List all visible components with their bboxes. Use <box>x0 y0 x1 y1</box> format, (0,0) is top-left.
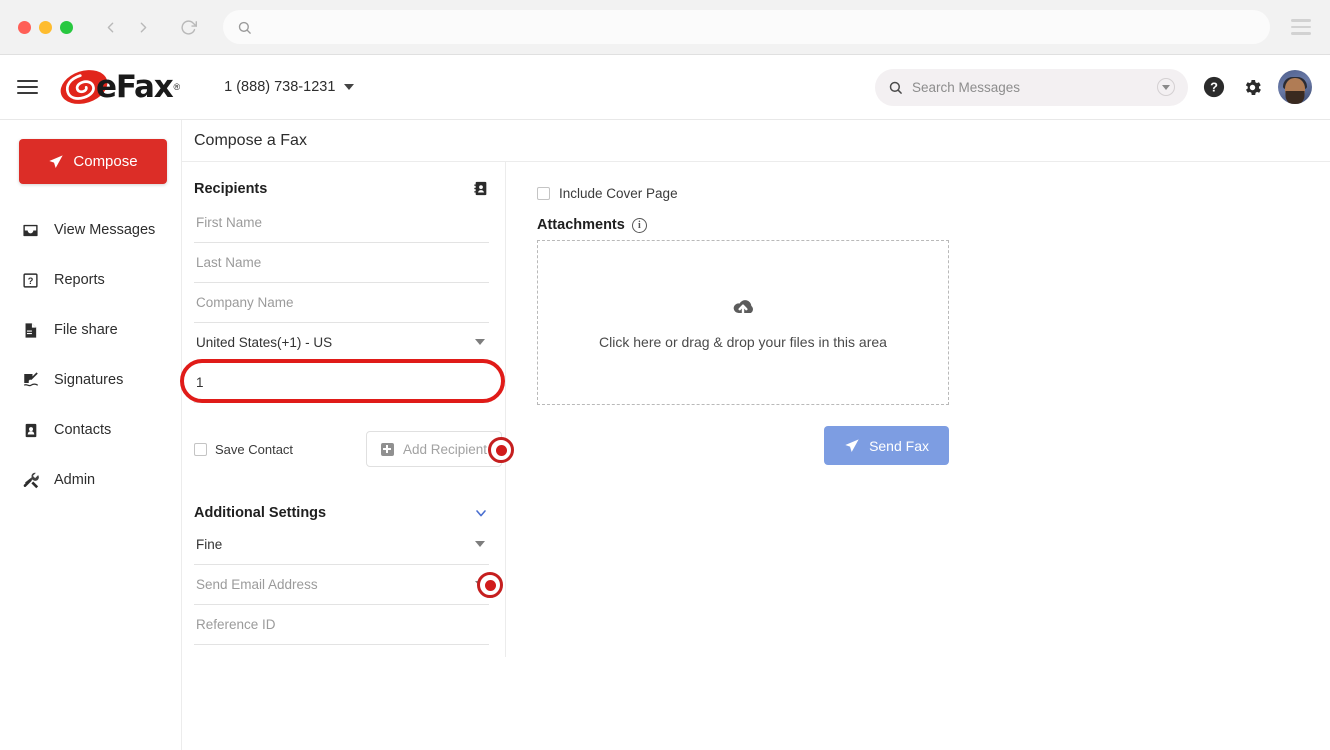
main-content: Compose a Fax Recipients <box>182 120 1330 750</box>
browser-address-bar[interactable] <box>223 10 1270 44</box>
send-fax-label: Send Fax <box>869 438 929 454</box>
minimize-window-button[interactable] <box>39 21 52 34</box>
info-circle-icon[interactable]: i <box>632 218 647 233</box>
send-email-address-input[interactable] <box>194 565 489 605</box>
checkbox-box[interactable] <box>194 443 207 456</box>
resolution-select[interactable] <box>194 525 489 565</box>
dropzone-label: Click here or drag & drop your files in … <box>599 334 887 350</box>
search-filter-caret-down-icon[interactable] <box>1157 78 1175 96</box>
save-contact-label: Save Contact <box>215 442 293 457</box>
fax-number-field[interactable] <box>194 363 489 403</box>
add-recipient-label: Add Recipient <box>403 442 487 457</box>
additional-settings-title: Additional Settings <box>194 505 326 521</box>
sidebar-item-contacts[interactable]: Contacts <box>0 405 181 455</box>
checkbox-box[interactable] <box>537 187 550 200</box>
paper-plane-icon <box>844 438 860 454</box>
sidebar-item-label: Reports <box>54 272 105 288</box>
resolution-value[interactable] <box>194 525 489 565</box>
file-dropzone[interactable]: Click here or drag & drop your files in … <box>537 240 949 405</box>
first-name-field[interactable] <box>194 203 489 243</box>
sidebar-nav-list: View Messages ? Reports File share Signa… <box>0 205 181 505</box>
search-icon <box>237 20 252 35</box>
last-name-field[interactable] <box>194 243 489 283</box>
send-email-address-target-marker <box>477 572 503 598</box>
save-contact-checkbox[interactable]: Save Contact <box>194 442 293 457</box>
sidebar-item-file-share[interactable]: File share <box>0 305 181 355</box>
first-name-input[interactable] <box>194 203 489 243</box>
caret-down-icon <box>344 84 354 90</box>
country-code-select[interactable] <box>194 323 489 363</box>
account-phone-number-selector[interactable]: 1 (888) 738-1231 <box>224 79 354 95</box>
search-icon <box>888 80 903 95</box>
send-fax-button[interactable]: Send Fax <box>824 426 949 465</box>
user-avatar[interactable] <box>1278 70 1312 104</box>
svg-text:?: ? <box>1210 80 1218 95</box>
company-name-field[interactable] <box>194 283 489 323</box>
reference-id-input[interactable] <box>194 605 489 645</box>
fax-number-input[interactable] <box>194 363 489 403</box>
sidebar-item-label: Signatures <box>54 372 123 388</box>
add-recipient-button[interactable]: Add Recipient <box>366 431 502 467</box>
contact-card-icon <box>21 421 40 440</box>
registered-mark: ® <box>174 82 181 92</box>
sidebar-item-admin[interactable]: Admin <box>0 455 181 505</box>
app-header: eFax ® 1 (888) 738-1231 ? <box>0 55 1330 120</box>
report-question-icon: ? <box>21 271 40 290</box>
recipients-pane: Recipients <box>182 162 506 657</box>
url-input[interactable] <box>262 20 1256 35</box>
tools-wrench-icon <box>21 471 40 490</box>
search-input[interactable] <box>912 80 1157 95</box>
file-share-icon <box>21 321 40 340</box>
inbox-icon <box>21 221 40 240</box>
reference-id-field[interactable] <box>194 605 489 645</box>
add-recipient-target-marker <box>488 437 514 463</box>
sidebar-item-label: View Messages <box>54 222 155 238</box>
forward-button[interactable] <box>130 14 156 40</box>
fax-number-field-wrapper <box>194 363 489 403</box>
chevron-down-icon[interactable] <box>473 505 489 521</box>
hamburger-menu-icon[interactable] <box>1284 10 1318 44</box>
phone-number-label: 1 (888) 738-1231 <box>224 79 335 95</box>
page-title: Compose a Fax <box>182 120 1330 162</box>
sidebar-item-label: Contacts <box>54 422 111 438</box>
recipients-section-title: Recipients <box>194 181 267 197</box>
country-code-value[interactable] <box>194 323 489 363</box>
cloud-upload-icon <box>728 295 758 319</box>
efax-logo[interactable]: eFax ® <box>58 67 180 107</box>
compose-button[interactable]: Compose <box>19 139 167 184</box>
sidebar: Compose View Messages ? Reports File sha… <box>0 120 182 750</box>
attachments-title: Attachments <box>537 217 625 233</box>
back-button[interactable] <box>97 14 123 40</box>
signature-pen-icon <box>21 371 40 390</box>
send-email-address-select[interactable] <box>194 565 489 605</box>
gear-icon[interactable] <box>1240 75 1264 99</box>
sidebar-item-label: Admin <box>54 472 95 488</box>
svg-text:?: ? <box>28 276 34 286</box>
close-window-button[interactable] <box>18 21 31 34</box>
include-cover-page-label: Include Cover Page <box>559 186 678 201</box>
caret-down-icon <box>475 541 485 547</box>
compose-button-label: Compose <box>73 153 137 170</box>
attachments-pane: Include Cover Page Attachments i Click h… <box>506 162 1330 657</box>
efax-wordmark: eFax <box>96 69 173 105</box>
sidebar-toggle-hamburger-icon[interactable] <box>17 80 38 94</box>
sidebar-item-label: File share <box>54 322 118 338</box>
reload-button[interactable] <box>175 14 201 40</box>
help-circle-icon[interactable]: ? <box>1202 75 1226 99</box>
browser-chrome <box>0 0 1330 55</box>
maximize-window-button[interactable] <box>60 21 73 34</box>
sidebar-item-view-messages[interactable]: View Messages <box>0 205 181 255</box>
include-cover-page-checkbox[interactable]: Include Cover Page <box>537 186 1330 201</box>
search-messages-box[interactable] <box>875 69 1188 106</box>
window-traffic-lights <box>18 21 73 34</box>
sidebar-item-signatures[interactable]: Signatures <box>0 355 181 405</box>
sidebar-item-reports[interactable]: ? Reports <box>0 255 181 305</box>
last-name-input[interactable] <box>194 243 489 283</box>
address-book-icon[interactable] <box>473 180 489 197</box>
company-name-input[interactable] <box>194 283 489 323</box>
paper-plane-icon <box>48 154 64 170</box>
caret-down-icon <box>475 339 485 345</box>
plus-square-icon <box>381 443 394 456</box>
